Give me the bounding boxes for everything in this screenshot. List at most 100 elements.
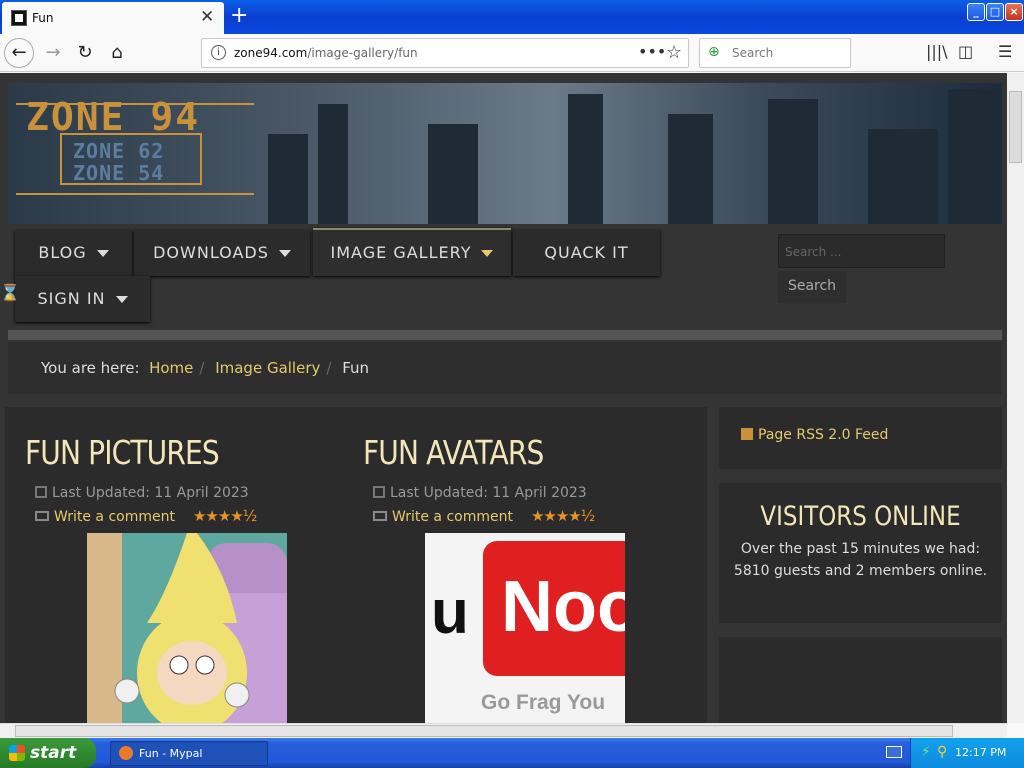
- avatar-caption: Go Frag You: [481, 691, 606, 714]
- menu-quack-it[interactable]: QUACK IT: [513, 230, 660, 276]
- visitors-title: VISITORS ONLINE: [760, 501, 961, 532]
- menu-blog-label: BLOG: [38, 243, 87, 262]
- mypal-icon: [119, 746, 133, 760]
- keyboard-icon[interactable]: [886, 746, 902, 758]
- write-comment-link[interactable]: Write a comment ★★★★½: [373, 507, 595, 525]
- info-icon[interactable]: i: [211, 45, 226, 60]
- article-title[interactable]: FUN AVATARS: [363, 433, 544, 472]
- back-button[interactable]: ←: [4, 38, 34, 68]
- taskbar: start Fun - Mypal ⚡ ⚲ 12:17 PM: [0, 738, 1024, 768]
- thumbnail-banana[interactable]: [87, 533, 287, 723]
- site-search-placeholder: Search ...: [785, 245, 842, 259]
- last-updated: Last Updated: 11 April 2023: [35, 485, 249, 501]
- visitors-text: Over the past 15 minutes we had: 5810 gu…: [733, 541, 988, 579]
- rss-text: Page RSS 2.0 Feed: [758, 427, 889, 443]
- comment-icon: [373, 511, 387, 521]
- calendar-icon: [35, 486, 47, 498]
- site-search-button[interactable]: Search: [778, 271, 846, 303]
- system-tray: ⚡ ⚲ 12:17 PM: [910, 738, 1024, 768]
- write-comment-text: Write a comment: [54, 509, 175, 525]
- browser-search-input[interactable]: ⊕ Search: [699, 38, 851, 68]
- favicon-icon: [11, 10, 27, 26]
- last-updated-text: Last Updated: 11 April 2023: [52, 485, 249, 501]
- thumbnail-noob[interactable]: Noo u Go Frag You: [425, 533, 625, 723]
- tab-title: Fun: [32, 11, 54, 25]
- breadcrumb-current: Fun: [342, 359, 370, 377]
- logo-sub-54: ZONE 54: [73, 161, 165, 185]
- rating-stars[interactable]: ★★★★½: [193, 507, 257, 525]
- avatar-text: Noo: [501, 567, 625, 647]
- visitors-module: VISITORS ONLINE Over the past 15 minutes…: [719, 483, 1002, 623]
- maximize-button[interactable]: □: [986, 3, 1004, 21]
- browser-search-placeholder: Search: [732, 46, 774, 60]
- menu-blog[interactable]: BLOG: [15, 230, 132, 276]
- main-content: FUN PICTURES Last Updated: 11 April 2023…: [5, 407, 707, 723]
- menu-downloads-label: DOWNLOADS: [153, 243, 269, 262]
- taskbar-item-mypal[interactable]: Fun - Mypal: [110, 741, 268, 766]
- browser-window: Fun ✕ + _ □ × ← → ↻ ⌂ i zone94.com/image…: [0, 0, 1024, 738]
- write-comment-text: Write a comment: [392, 509, 513, 525]
- breadcrumb-image-gallery[interactable]: Image Gallery: [215, 359, 320, 377]
- vertical-scrollbar[interactable]: [1007, 73, 1024, 723]
- start-button[interactable]: start: [0, 738, 96, 768]
- search-engine-icon: ⊕: [708, 44, 720, 60]
- last-updated-text: Last Updated: 11 April 2023: [390, 485, 587, 501]
- chevron-down-icon: [278, 250, 291, 257]
- chevron-down-icon: [96, 250, 109, 257]
- reload-button[interactable]: ↻: [70, 39, 100, 67]
- menu-downloads[interactable]: DOWNLOADS: [134, 230, 310, 276]
- network-icon[interactable]: ⚡: [921, 744, 931, 760]
- last-updated: Last Updated: 11 April 2023: [373, 485, 587, 501]
- logo-sub-62: ZONE 62: [73, 139, 165, 163]
- home-button[interactable]: ⌂: [102, 39, 132, 67]
- rss-link[interactable]: Page RSS 2.0 Feed: [741, 427, 888, 443]
- breadcrumb: You are here: Home / Image Gallery / Fun: [8, 342, 1002, 394]
- sidebar-module: [719, 637, 1002, 723]
- breadcrumb-home[interactable]: Home: [149, 359, 193, 377]
- menu-icon[interactable]: ☰: [998, 42, 1012, 61]
- nav-bar: ← → ↻ ⌂ i zone94.com/image-gallery/fun •…: [0, 34, 1024, 72]
- article-title[interactable]: FUN PICTURES: [25, 433, 220, 472]
- clock[interactable]: 12:17 PM: [955, 746, 1006, 759]
- banana-cartoon-image: [87, 533, 287, 723]
- menu-sign-in[interactable]: SIGN IN: [15, 276, 150, 322]
- url-domain: zone94.com: [234, 46, 308, 60]
- hourglass-cursor-icon: ⌛: [0, 283, 20, 302]
- site-search-input[interactable]: Search ...: [778, 234, 945, 268]
- chevron-down-icon: [481, 250, 494, 257]
- menu-sign-in-label: SIGN IN: [37, 289, 106, 308]
- menu-quack-it-label: QUACK IT: [544, 243, 629, 262]
- comment-icon: [35, 511, 49, 521]
- taskbar-item-label: Fun - Mypal: [139, 747, 203, 760]
- scroll-thumb[interactable]: [15, 725, 953, 737]
- search-tray-icon[interactable]: ⚲: [937, 744, 947, 760]
- menu-image-gallery[interactable]: IMAGE GALLERY: [313, 228, 511, 276]
- web-page: ZONE 94 ZONE 62 ZONE 54 BLOG DOWNLOADS I…: [0, 73, 1007, 723]
- menu-image-gallery-label: IMAGE GALLERY: [330, 243, 472, 262]
- forward-button[interactable]: →: [38, 39, 68, 67]
- write-comment-link[interactable]: Write a comment ★★★★½: [35, 507, 257, 525]
- library-icon[interactable]: |||\: [926, 42, 948, 61]
- tab-fun[interactable]: Fun ✕: [2, 2, 224, 34]
- minimize-button[interactable]: _: [967, 3, 985, 21]
- sidebar-icon[interactable]: ◫: [958, 42, 973, 61]
- calendar-icon: [373, 486, 385, 498]
- site-logo[interactable]: ZONE 94: [26, 95, 200, 139]
- breadcrumb-prefix: You are here:: [41, 359, 140, 377]
- close-tab-icon[interactable]: ✕: [200, 7, 214, 27]
- tab-bar: Fun ✕ + _ □ ×: [0, 0, 1024, 34]
- url-bar[interactable]: i zone94.com/image-gallery/fun ••• ☆: [201, 38, 689, 68]
- close-window-button[interactable]: ×: [1005, 3, 1023, 21]
- scroll-thumb[interactable]: [1009, 91, 1022, 163]
- new-tab-button[interactable]: +: [230, 2, 248, 30]
- site-banner: ZONE 94 ZONE 62 ZONE 54: [8, 83, 1002, 224]
- url-text: zone94.com/image-gallery/fun: [234, 46, 418, 60]
- chevron-down-icon: [115, 296, 128, 303]
- divider: [8, 330, 1002, 340]
- avatar-text-left: u: [431, 578, 469, 647]
- horizontal-scrollbar[interactable]: [0, 723, 1007, 738]
- bookmark-star-icon[interactable]: ☆: [666, 42, 682, 63]
- rating-stars[interactable]: ★★★★½: [531, 507, 595, 525]
- rss-module: Page RSS 2.0 Feed: [719, 407, 1002, 469]
- page-actions-icon[interactable]: •••: [638, 42, 666, 61]
